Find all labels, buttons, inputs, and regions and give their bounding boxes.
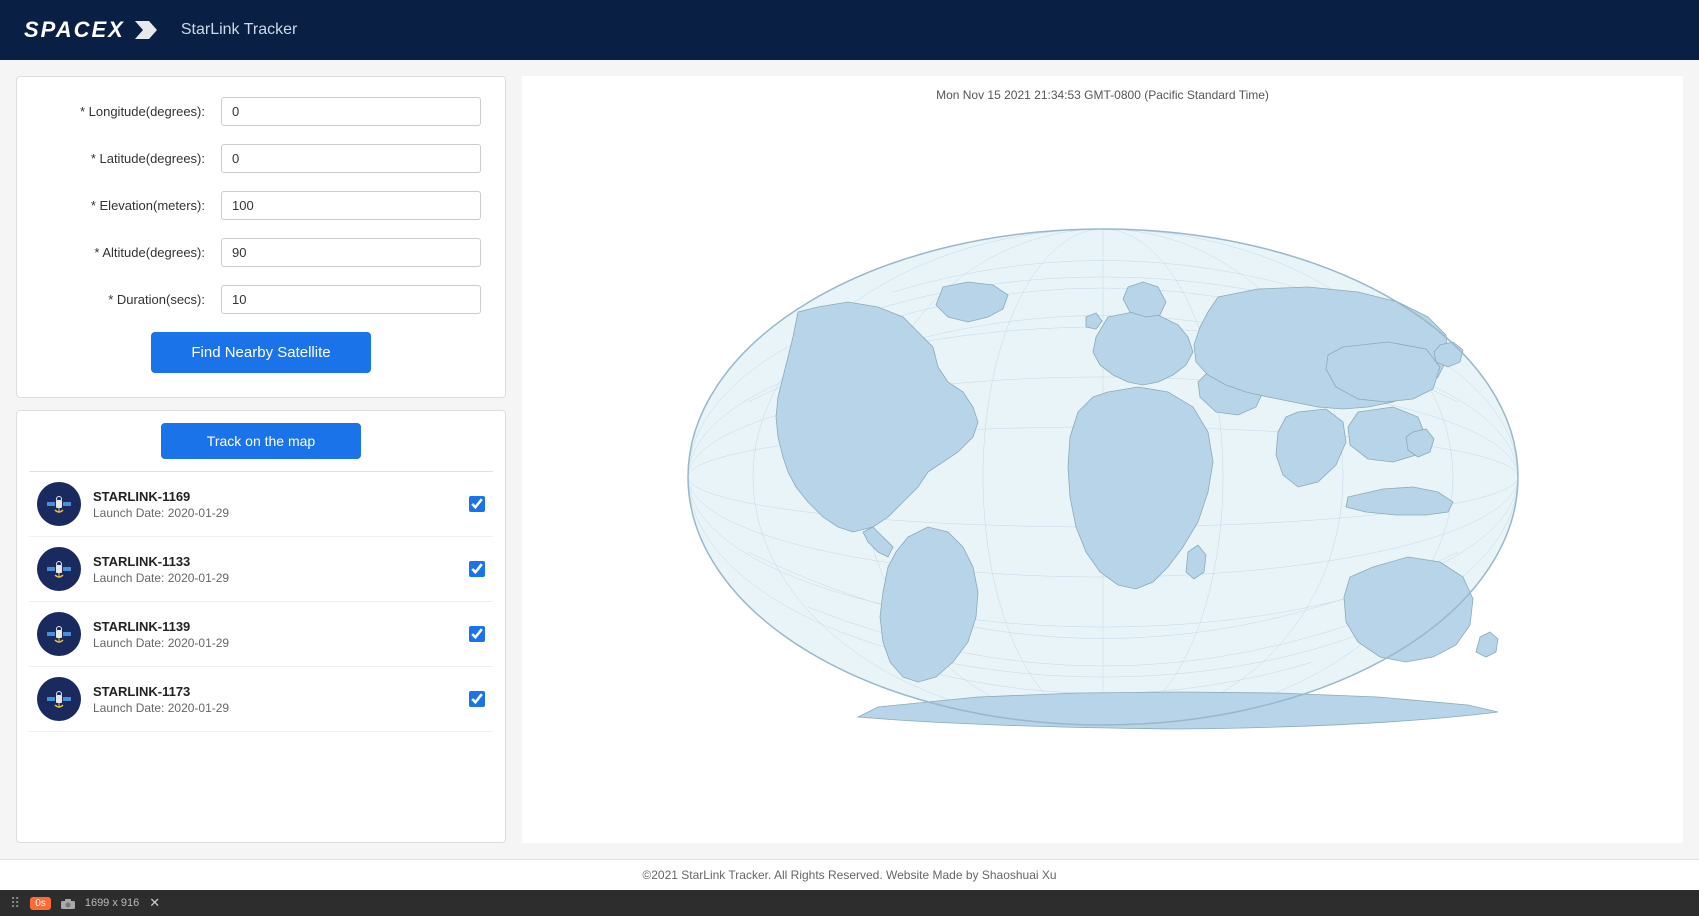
satellite-checkbox[interactable] <box>469 561 485 577</box>
satellite-name: STARLINK-1139 <box>93 619 457 634</box>
satellite-checkbox[interactable] <box>469 496 485 512</box>
elevation-label: * Elevation(meters): <box>41 198 221 213</box>
satellite-info: STARLINK-1133 Launch Date: 2020-01-29 <box>93 554 457 585</box>
longitude-label: * Longitude(degrees): <box>41 104 221 119</box>
brand-name: SPACEX <box>24 17 125 43</box>
track-map-button[interactable]: Track on the map <box>161 423 361 459</box>
satellite-item: STARLINK-1169 Launch Date: 2020-01-29 <box>29 472 493 537</box>
duration-label: * Duration(secs): <box>41 292 221 307</box>
satellite-checkbox[interactable] <box>469 691 485 707</box>
dimension-display: 1699 x 916 <box>85 897 139 909</box>
satellite-item: STARLINK-1133 Launch Date: 2020-01-29 <box>29 537 493 602</box>
duration-input[interactable] <box>221 285 481 314</box>
satellite-name: STARLINK-1173 <box>93 684 457 699</box>
world-map-container <box>522 110 1683 843</box>
footer-text: ©2021 StarLink Tracker. All Rights Reser… <box>642 868 1056 882</box>
bottom-bar: ⠿ 0s 1699 x 916 ✕ <box>0 890 1699 916</box>
satellite-item: STARLINK-1139 Launch Date: 2020-01-29 <box>29 602 493 667</box>
satellite-icon <box>37 677 81 721</box>
satellite-name: STARLINK-1169 <box>93 489 457 504</box>
camera-icon <box>61 898 75 909</box>
latitude-label: * Latitude(degrees): <box>41 151 221 166</box>
altitude-input[interactable] <box>221 238 481 267</box>
logo: SPACEX StarLink Tracker <box>24 17 297 43</box>
world-map-svg <box>678 217 1528 737</box>
satellite-launch-date: Launch Date: 2020-01-29 <box>93 506 457 520</box>
timer-badge: 0s <box>30 897 51 910</box>
map-timestamp: Mon Nov 15 2021 21:34:53 GMT-0800 (Pacif… <box>936 88 1269 102</box>
altitude-label: * Altitude(degrees): <box>41 245 221 260</box>
satellite-info: STARLINK-1169 Launch Date: 2020-01-29 <box>93 489 457 520</box>
latitude-row: * Latitude(degrees): <box>41 144 481 173</box>
latitude-input[interactable] <box>221 144 481 173</box>
map-panel: Mon Nov 15 2021 21:34:53 GMT-0800 (Pacif… <box>522 76 1683 843</box>
longitude-input[interactable] <box>221 97 481 126</box>
left-panel: * Longitude(degrees): * Latitude(degrees… <box>16 76 506 843</box>
satellite-icon <box>37 482 81 526</box>
app-title: StarLink Tracker <box>181 21 297 39</box>
find-satellite-button[interactable]: Find Nearby Satellite <box>151 332 371 373</box>
satellite-item: STARLINK-1173 Launch Date: 2020-01-29 <box>29 667 493 732</box>
bottom-bar-dots: ⠿ <box>10 895 20 912</box>
search-form: * Longitude(degrees): * Latitude(degrees… <box>16 76 506 398</box>
camera-icon-group <box>61 898 75 909</box>
page-footer: ©2021 StarLink Tracker. All Rights Reser… <box>0 859 1699 890</box>
satellite-launch-date: Launch Date: 2020-01-29 <box>93 571 457 585</box>
elevation-row: * Elevation(meters): <box>41 191 481 220</box>
satellite-launch-date: Launch Date: 2020-01-29 <box>93 636 457 650</box>
satellite-list-card: Track on the map STARLINK-1169 Launch Da… <box>16 410 506 843</box>
duration-row: * Duration(secs): <box>41 285 481 314</box>
satellite-name: STARLINK-1133 <box>93 554 457 569</box>
main-layout: * Longitude(degrees): * Latitude(degrees… <box>0 60 1699 859</box>
satellite-list: STARLINK-1169 Launch Date: 2020-01-29 ST… <box>29 471 493 842</box>
satellite-checkbox[interactable] <box>469 626 485 642</box>
satellite-icon <box>37 612 81 656</box>
satellite-icon <box>37 547 81 591</box>
altitude-row: * Altitude(degrees): <box>41 238 481 267</box>
satellite-info: STARLINK-1139 Launch Date: 2020-01-29 <box>93 619 457 650</box>
spacex-chevron-icon <box>135 21 157 39</box>
satellite-launch-date: Launch Date: 2020-01-29 <box>93 701 457 715</box>
close-button[interactable]: ✕ <box>149 895 160 911</box>
longitude-row: * Longitude(degrees): <box>41 97 481 126</box>
elevation-input[interactable] <box>221 191 481 220</box>
satellite-info: STARLINK-1173 Launch Date: 2020-01-29 <box>93 684 457 715</box>
app-header: SPACEX StarLink Tracker <box>0 0 1699 60</box>
